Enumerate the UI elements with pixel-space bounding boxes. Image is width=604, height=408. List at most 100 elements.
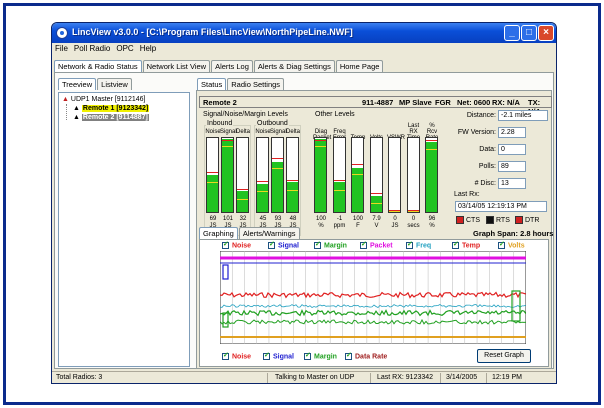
- tree-item-remote-2[interactable]: ▲ Remote 2 [9114887]: [73, 114, 149, 121]
- outbound-meter-label: Delta: [285, 129, 300, 135]
- last-rx-label: Last Rx:: [454, 191, 480, 198]
- radio-tree: ▲ UDP1 Master [9112146] ▲ Remote 1 [9123…: [58, 92, 190, 367]
- radio-rx: RX: N/A: [492, 98, 520, 107]
- tab-network-list-view[interactable]: Network List View: [142, 60, 211, 72]
- inbound-meter-bar: [236, 137, 249, 213]
- radio-name: Remote 2: [203, 98, 237, 107]
- polls-value: 89: [498, 161, 526, 172]
- other-meter-bar-fill: [333, 182, 345, 212]
- remote-radio-icon: ▲: [73, 114, 80, 121]
- menu-poll-radio[interactable]: Poll Radio: [71, 43, 113, 54]
- tree-remote-2-label: Remote 2 [9114887]: [81, 114, 149, 121]
- tab-treeview[interactable]: Treeview: [58, 78, 97, 90]
- tab-listview[interactable]: Listview: [97, 78, 132, 90]
- other-meter-avg-marker: [315, 145, 326, 147]
- other-meter-unit: V: [374, 223, 379, 229]
- bottom-series-noise-checkbox[interactable]: Noise: [222, 351, 252, 361]
- inbound-meter-value: 32: [239, 216, 247, 222]
- checkbox-label: Signal: [273, 353, 295, 361]
- top-series-freq-checkbox[interactable]: Freq: [406, 240, 431, 249]
- checkbox-label: Packet: [370, 242, 393, 250]
- other-meter-unit: secs: [407, 223, 420, 229]
- checkbox-check-icon: [498, 240, 505, 249]
- tree-item-remote-1[interactable]: ▲ Remote 1 [9123342]: [73, 105, 150, 112]
- other-meter-bar: [351, 137, 364, 213]
- outbound-meter-max-marker: [257, 181, 268, 183]
- maximize-button[interactable]: □: [521, 25, 537, 41]
- status-date: 3/14/2005: [446, 374, 478, 381]
- other-meter-unit: %: [429, 223, 435, 229]
- disc-label: # Disc:: [474, 180, 496, 187]
- inbound-meter-bar-fill: [237, 191, 248, 212]
- outbound-meter-avg-marker: [272, 168, 283, 170]
- tab-alerts-diag-settings[interactable]: Alerts & Diag Settings: [253, 60, 335, 72]
- outbound-meter-value: 45: [259, 216, 267, 222]
- checkbox-label: Data Rate: [355, 353, 388, 361]
- data-value: 0: [498, 144, 526, 155]
- close-button[interactable]: ×: [538, 25, 554, 41]
- outbound-meter-bar-fill: [257, 183, 268, 212]
- top-series-temp-checkbox[interactable]: Temp: [452, 240, 480, 249]
- top-series-noise-checkbox[interactable]: Noise: [222, 240, 252, 250]
- inbound-meter-bar: [206, 137, 219, 213]
- other-meter-value: 96: [428, 216, 436, 222]
- inbound-meter-bar: [221, 137, 234, 213]
- main-tabs: Network & Radio Status Network List View A…: [54, 60, 384, 72]
- other-meter-value: 0: [411, 216, 416, 222]
- inbound-meter-avg-marker: [222, 145, 233, 147]
- top-series-packet-checkbox[interactable]: Packet: [360, 240, 393, 250]
- tab-radio-settings[interactable]: Radio Settings: [227, 78, 285, 90]
- top-series-margin-checkbox[interactable]: Margin: [314, 240, 347, 250]
- menu-opc[interactable]: OPC: [113, 43, 136, 54]
- other-meter-bar: [332, 137, 346, 213]
- other-meter-max-marker: [352, 164, 363, 166]
- checkbox-label: Volts: [508, 242, 525, 250]
- other-meter-bar: [406, 137, 420, 213]
- other-meter-max-marker: [426, 140, 437, 141]
- outbound-meter-value: 93: [274, 216, 282, 222]
- radio-id: 911-4887: [362, 98, 394, 107]
- other-meter-bar: [425, 137, 438, 213]
- bottom-series-margin-checkbox[interactable]: Margin: [304, 351, 337, 360]
- outbound-meter-bar-fill: [287, 182, 298, 212]
- top-series-signal-checkbox[interactable]: Signal: [268, 240, 299, 249]
- inbound-meter-label: Noise: [205, 129, 221, 135]
- other-meter-value: 100: [352, 216, 363, 222]
- bottom-series-data-rate-checkbox[interactable]: Data Rate: [345, 351, 388, 361]
- inbound-meter-max-marker: [222, 140, 233, 141]
- other-levels-title: Other Levels: [314, 111, 356, 118]
- checkbox-label: Margin: [324, 242, 347, 250]
- status-separator: [486, 373, 487, 383]
- dtr-led-icon: [515, 216, 523, 224]
- outbound-meter-label: Signal: [270, 129, 287, 135]
- window-title: LincView v3.0.0 - [C:\Program Files\Linc…: [72, 27, 353, 37]
- tab-alerts-log[interactable]: Alerts Log: [211, 60, 253, 72]
- left-tabs: Treeview Listview: [58, 78, 133, 90]
- top-series-volts-checkbox[interactable]: Volts: [498, 240, 525, 250]
- graph-span: Graph Span: 2.8 hours: [473, 229, 554, 238]
- checkbox-check-icon: [222, 240, 229, 249]
- tab-network-radio-status[interactable]: Network & Radio Status: [54, 60, 142, 72]
- inbound-title: Inbound: [206, 120, 234, 127]
- other-meter-avg-marker: [333, 189, 345, 191]
- tab-home-page[interactable]: Home Page: [335, 60, 384, 72]
- menu-help[interactable]: Help: [137, 43, 159, 54]
- bottom-series-signal-checkbox[interactable]: Signal: [263, 351, 295, 361]
- other-meter-avg-marker: [426, 148, 437, 150]
- outbound-meter-avg-marker: [257, 191, 268, 193]
- inbound-meter-max-marker: [207, 172, 218, 173]
- tree-item-master[interactable]: ▲ UDP1 Master [9112146]: [62, 96, 145, 103]
- tree-remote-1-label: Remote 1 [9123342]: [81, 105, 150, 112]
- menu-file[interactable]: File: [52, 43, 71, 54]
- minimize-button[interactable]: _: [504, 25, 520, 41]
- status-bar: Total Radios: 3 Talking to Master on UDP…: [52, 371, 556, 383]
- reset-graph-button[interactable]: Reset Graph: [477, 349, 531, 363]
- checkbox-check-icon: [314, 240, 321, 249]
- inbound-meter-value: 101: [222, 216, 233, 222]
- rts-indicator: RTS: [486, 216, 510, 224]
- tab-status[interactable]: Status: [197, 78, 227, 90]
- title-bar: LincView v3.0.0 - [C:\Program Files\Linc…: [52, 23, 556, 43]
- outbound-meter-max-marker: [272, 158, 283, 160]
- checkbox-label: Noise: [232, 353, 252, 361]
- checkbox-label: Noise: [232, 242, 252, 250]
